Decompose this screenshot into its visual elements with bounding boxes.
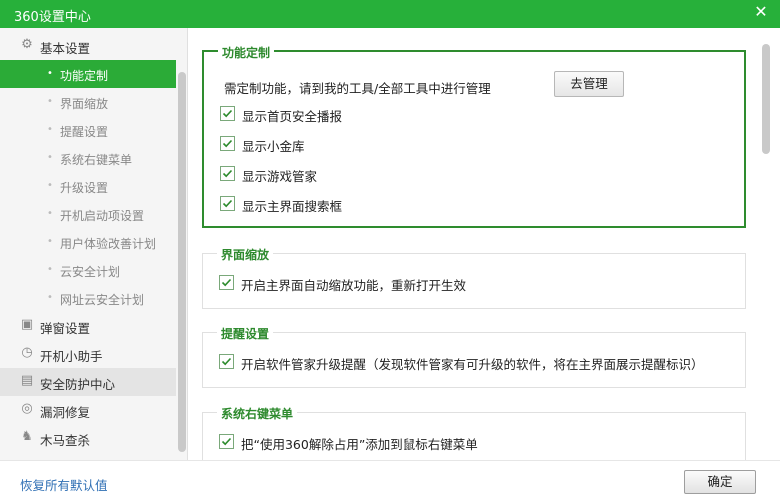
gear-icon: ⚙ <box>21 37 33 52</box>
bullet-icon: • <box>47 152 53 163</box>
nav-label: 开机启动项设置 <box>60 209 145 223</box>
nav-label: 用户体验改善计划 <box>60 237 157 251</box>
nav-label: 基本设置 <box>40 41 91 56</box>
bullet-icon: • <box>47 124 53 135</box>
nav-popup-settings[interactable]: ▣ 弹窗设置 <box>0 312 176 340</box>
window-title: 360设置中心 <box>14 10 91 25</box>
nav-label: 开机小助手 <box>40 349 103 364</box>
nav-label: 提醒设置 <box>60 125 109 139</box>
checkbox[interactable] <box>220 106 235 121</box>
footer: 恢复所有默认值 确定 <box>0 460 780 500</box>
nav-label: 木马查杀 <box>40 433 91 448</box>
section-title: 系统右键菜单 <box>217 405 298 422</box>
sidebar-scrollbar[interactable] <box>176 72 188 452</box>
nav-item-context-menu[interactable]: • 系统右键菜单 <box>0 144 176 172</box>
popup-icon: ▣ <box>20 317 34 332</box>
sidebar-scroll-thumb[interactable] <box>178 72 186 452</box>
nav-item-reminder[interactable]: • 提醒设置 <box>0 116 176 144</box>
nav-security-center[interactable]: ▤ 安全防护中心 <box>0 368 176 396</box>
checkbox-label: 开启主界面自动缩放功能，重新打开生效 <box>241 278 467 293</box>
checkbox[interactable] <box>219 275 234 290</box>
bullet-icon: • <box>47 264 53 275</box>
section-reminder: 提醒设置 开启软件管家升级提醒（发现软件管家有可升级的软件，将在主界面展示提醒标… <box>202 325 746 388</box>
bullet-icon: • <box>47 68 53 79</box>
sidebar: ⚙ 基本设置 • 功能定制 • 界面缩放 • 提醒设置 • 系统右键菜单 • 升… <box>0 28 188 460</box>
checkbox-label: 开启软件管家升级提醒（发现软件管家有可升级的软件，将在主界面展示提醒标识） <box>241 357 704 372</box>
nav-label: 漏洞修复 <box>40 405 91 420</box>
trojan-icon: ♞ <box>21 429 33 444</box>
shield-icon: ▤ <box>20 373 34 388</box>
nav-label: 功能定制 <box>60 69 109 83</box>
nav-label: 云安全计划 <box>60 265 121 279</box>
checkbox[interactable] <box>219 354 234 369</box>
section-title: 界面缩放 <box>217 246 274 263</box>
checkbox-label: 把“使用360解除占用”添加到鼠标右键菜单 <box>241 437 478 452</box>
section-title: 提醒设置 <box>217 325 274 342</box>
content-scrollbar-thumb[interactable] <box>762 44 770 154</box>
settings-content: 功能定制 需定制功能，请到我的工具/全部工具中进行管理 去管理 显示首页安全播报… <box>188 28 780 460</box>
checkbox[interactable] <box>220 136 235 151</box>
manage-button[interactable]: 去管理 <box>554 71 624 97</box>
nav-item-cloud-security[interactable]: • 云安全计划 <box>0 256 176 284</box>
checkbox[interactable] <box>219 434 234 449</box>
bullet-icon: • <box>47 236 53 247</box>
nav-item-zoom[interactable]: • 界面缩放 <box>0 88 176 116</box>
nav-item-startup[interactable]: • 开机启动项设置 <box>0 200 176 228</box>
checkbox-label: 显示主界面搜索框 <box>242 199 343 214</box>
nav-item-url-cloud-security[interactable]: • 网址云安全计划 <box>0 284 176 312</box>
checkbox[interactable] <box>220 166 235 181</box>
checkbox[interactable] <box>220 196 235 211</box>
restore-defaults-link[interactable]: 恢复所有默认值 <box>20 475 108 494</box>
bullet-icon: • <box>47 96 53 107</box>
section-title: 功能定制 <box>218 44 275 61</box>
nav-vuln-repair[interactable]: ◎ 漏洞修复 <box>0 396 176 424</box>
nav-label: 安全防护中心 <box>40 377 116 392</box>
checkbox-label: 显示游戏管家 <box>242 169 318 184</box>
nav-trojan-scan[interactable]: ♞ 木马查杀 <box>0 424 176 452</box>
nav-boot-assistant[interactable]: ◷ 开机小助手 <box>0 340 176 368</box>
ok-button[interactable]: 确定 <box>684 470 756 494</box>
bullet-icon: • <box>47 180 53 191</box>
nav-label: 升级设置 <box>60 181 109 195</box>
nav-label: 界面缩放 <box>60 97 109 111</box>
nav-item-ux-program[interactable]: • 用户体验改善计划 <box>0 228 176 256</box>
patch-icon: ◎ <box>21 401 33 416</box>
nav-label: 网址云安全计划 <box>60 293 145 307</box>
nav-item-customize[interactable]: • 功能定制 <box>0 60 176 88</box>
bullet-icon: • <box>47 208 53 219</box>
nav-label: 弹窗设置 <box>40 321 91 336</box>
section-customize: 功能定制 需定制功能，请到我的工具/全部工具中进行管理 去管理 显示首页安全播报… <box>202 44 746 228</box>
title-bar: 360设置中心 ✕ <box>0 0 780 28</box>
checkbox-label: 显示小金库 <box>242 139 305 154</box>
nav-item-upgrade[interactable]: • 升级设置 <box>0 172 176 200</box>
close-icon[interactable]: ✕ <box>752 3 770 21</box>
bullet-icon: • <box>47 292 53 303</box>
timer-icon: ◷ <box>21 345 33 360</box>
nav-basic-settings[interactable]: ⚙ 基本设置 <box>0 32 176 60</box>
nav-label: 系统右键菜单 <box>60 153 133 167</box>
section-context-menu: 系统右键菜单 把“使用360解除占用”添加到鼠标右键菜单 <box>202 405 746 460</box>
customize-description: 需定制功能，请到我的工具/全部工具中进行管理 <box>224 81 491 96</box>
section-zoom: 界面缩放 开启主界面自动缩放功能，重新打开生效 <box>202 246 746 309</box>
checkbox-label: 显示首页安全播报 <box>242 109 343 124</box>
